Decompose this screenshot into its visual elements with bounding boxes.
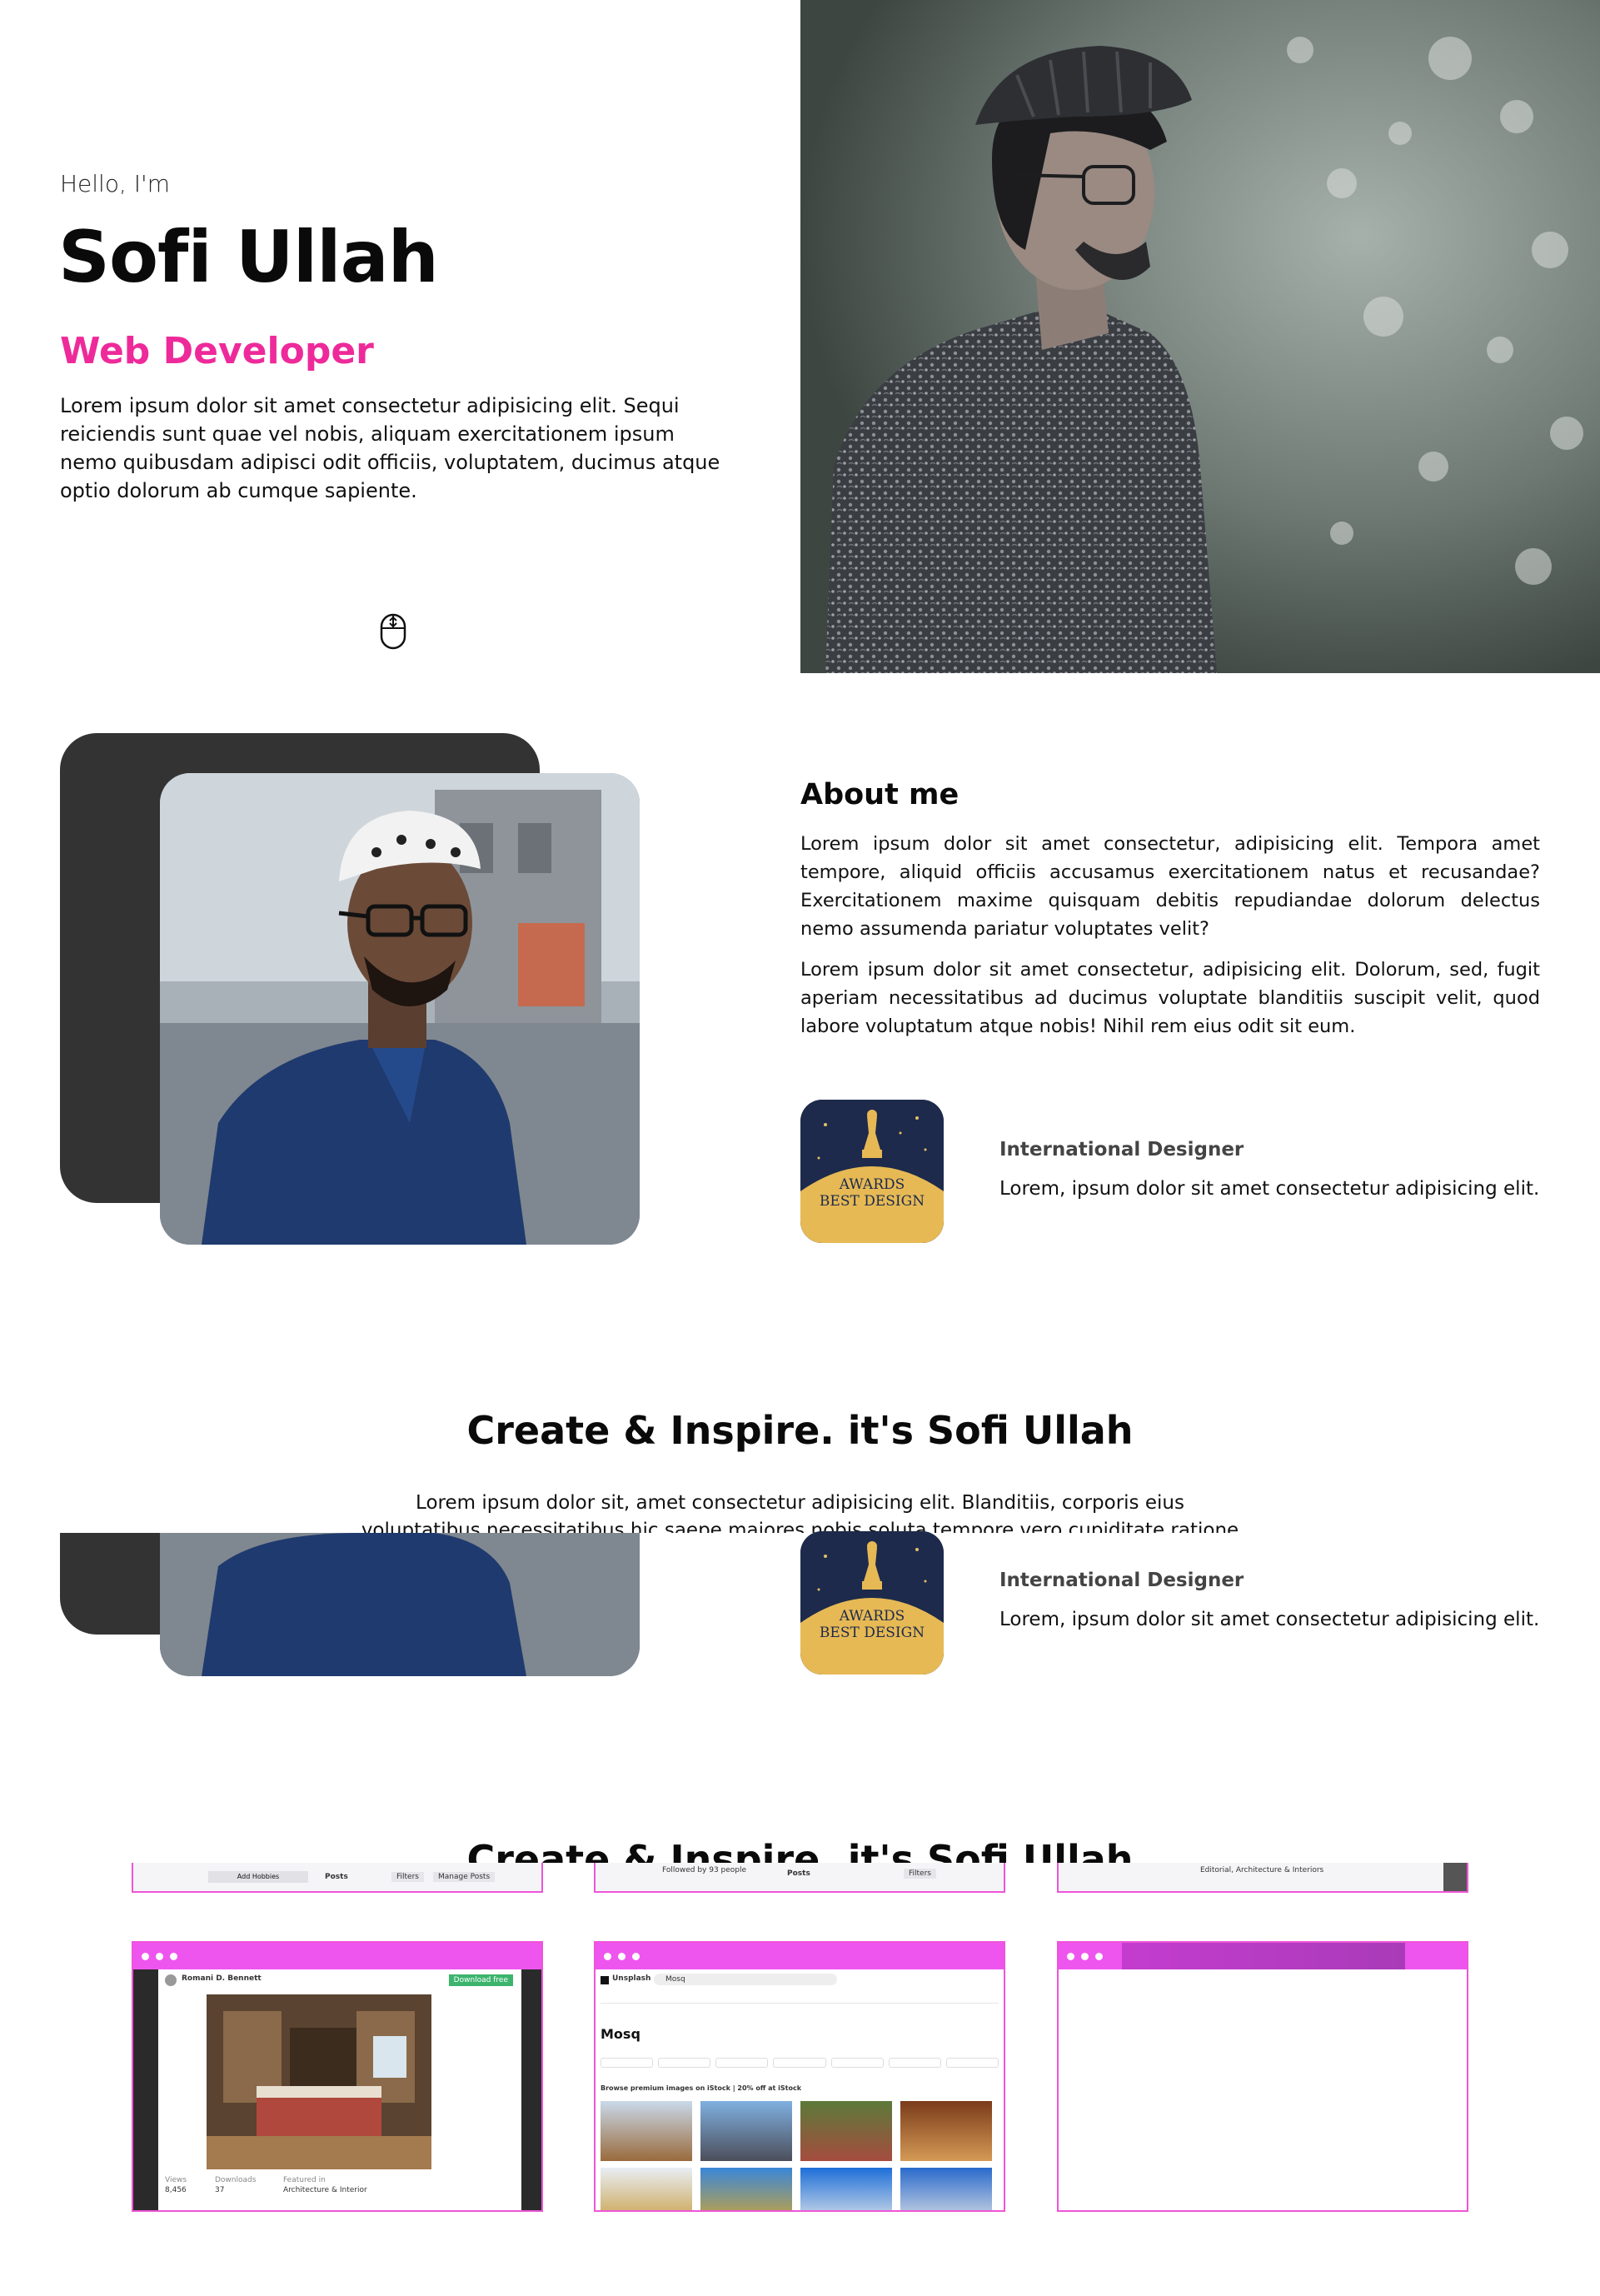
mouse-scroll-icon[interactable]	[380, 613, 406, 650]
project-card-3[interactable]	[1057, 1941, 1468, 2212]
stat-downloads-label: Downloads	[215, 2176, 257, 2184]
card1-username: Romani D. Bennett	[182, 1974, 262, 1983]
unsplash-brand: Unsplash	[612, 1974, 651, 1983]
about-paragraph-2: Lorem ipsum dolor sit amet consectetur, …	[800, 959, 1540, 1037]
award-badge-line-1: AWARDS	[839, 1176, 905, 1193]
award-badge-line-1-duplicate: AWARDS	[839, 1608, 905, 1625]
create-description: Lorem ipsum dolor sit, amet consectetur …	[361, 1492, 1239, 1533]
mosque-thumb-8[interactable]	[900, 2168, 992, 2210]
stat-featured-label: Featured in	[283, 2176, 326, 2184]
filters-button[interactable]: Filters	[391, 1872, 424, 1882]
search-input[interactable]: Mosq	[654, 1974, 837, 1985]
award-title: International Designer	[999, 1139, 1244, 1160]
stat-featured-value: Architecture & Interior	[283, 2186, 367, 2194]
filters-button-2[interactable]: Filters	[904, 1869, 936, 1879]
hero-role: Web Developer	[60, 330, 374, 372]
create-title-duplicate: Create & Inspire. it's Sofi Ullah	[466, 1837, 1134, 1863]
about-portrait-photo-duplicate	[160, 1533, 640, 1676]
posts-label-2: Posts	[787, 1869, 810, 1878]
mosque-thumb-4[interactable]	[900, 2101, 992, 2161]
stat-views-label: Views	[165, 2176, 187, 2184]
about-paragraph-1: Lorem ipsum dolor sit amet consectetur, …	[800, 833, 1540, 940]
about-title: About me	[800, 778, 960, 811]
create-title: Create & Inspire. it's Sofi Ullah	[466, 1408, 1134, 1453]
hero-name: Sofi Ullah	[58, 216, 439, 299]
card3-top-label: Editorial, Architecture & Interiors	[1200, 1866, 1324, 1874]
award-badge-image-duplicate	[800, 1531, 944, 1675]
project-card-1[interactable]: Romani D. Bennett Download free Views 8,…	[132, 1941, 543, 2212]
mosque-thumb-1[interactable]	[601, 2101, 692, 2161]
search-heading: Mosq	[601, 2026, 640, 2042]
window-dots-icon	[133, 1943, 541, 1969]
award-badge-image	[800, 1100, 944, 1243]
mosque-thumb-5[interactable]	[601, 2168, 692, 2210]
posts-label: Posts	[325, 1873, 348, 1881]
project-card-3-top[interactable]: Editorial, Architecture & Interiors	[1057, 1863, 1468, 1893]
stat-views-value: 8,456	[165, 2186, 187, 2194]
add-hobbies-button[interactable]: Add Hobbies	[208, 1871, 308, 1883]
download-free-button[interactable]: Download free	[448, 1974, 513, 1986]
mosque-thumb-6[interactable]	[700, 2168, 792, 2210]
mosque-thumb-2[interactable]	[700, 2101, 792, 2161]
award-badge-line-2: BEST DESIGN	[819, 1193, 925, 1210]
mosque-thumb-3[interactable]	[800, 2101, 892, 2161]
about-portrait-photo	[160, 773, 640, 1245]
stat-downloads-value: 37	[215, 2186, 225, 2194]
window-dots-icon-3	[1059, 1943, 1467, 1969]
project-card-2[interactable]: Unsplash Mosq Mosq Browse premium images…	[594, 1941, 1005, 2212]
hero-portrait-photo	[800, 0, 1600, 673]
istock-banner: Browse premium images on iStock | 20% of…	[601, 2084, 802, 2092]
avatar	[165, 1974, 177, 1986]
hero-description: Lorem ipsum dolor sit amet consectetur a…	[60, 394, 720, 502]
award-badge-line-2-duplicate: BEST DESIGN	[819, 1625, 925, 1641]
bedroom-photo	[207, 1994, 431, 2169]
project-card-2-top[interactable]: Followed by 93 people Posts Filters	[594, 1863, 1005, 1893]
project-card-1-top[interactable]: Add Hobbies Posts Filters Manage Posts	[132, 1863, 543, 1893]
unsplash-logo-icon	[601, 1976, 609, 1984]
window-dots-icon-2	[596, 1943, 1004, 1969]
award-title-duplicate: International Designer	[999, 1570, 1244, 1591]
manage-posts-button[interactable]: Manage Posts	[433, 1872, 496, 1882]
award-description: Lorem, ipsum dolor sit amet consectetur …	[999, 1178, 1540, 1200]
hero-greeting: Hello, I'm	[60, 170, 171, 197]
followed-by-text: Followed by 93 people	[662, 1866, 747, 1874]
award-description-duplicate: Lorem, ipsum dolor sit amet consectetur …	[999, 1609, 1540, 1630]
mosque-thumb-7[interactable]	[800, 2168, 892, 2210]
